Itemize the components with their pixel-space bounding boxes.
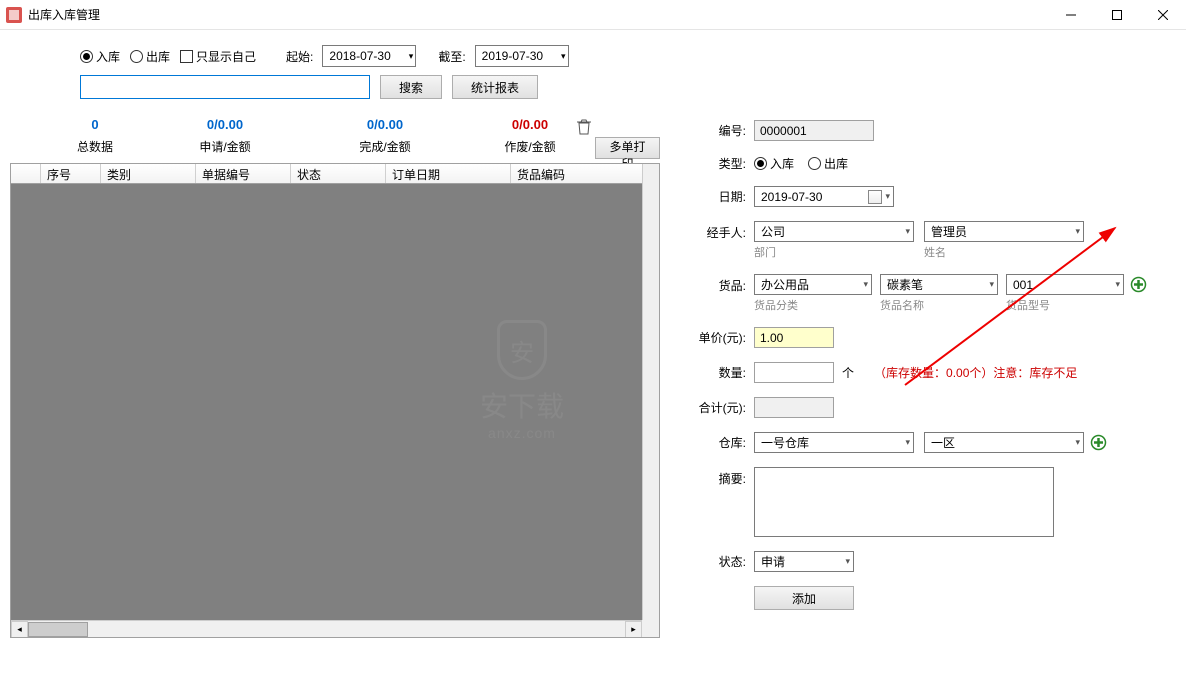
type-radio-in[interactable]: 入库	[754, 155, 794, 172]
search-input[interactable]	[80, 75, 370, 99]
start-date-label: 起始:	[286, 48, 313, 65]
chevron-down-icon: ▾	[1115, 279, 1120, 290]
handler-name-sublabel: 姓名	[924, 244, 1084, 260]
type-label: 类型:	[690, 155, 754, 172]
chevron-down-icon: ▾	[409, 51, 414, 62]
chevron-down-icon: ▾	[863, 279, 868, 290]
chevron-down-icon: ▾	[989, 279, 994, 290]
handler-label: 经手人:	[690, 221, 754, 241]
end-date-label: 截至:	[438, 48, 465, 65]
goods-name-sublabel: 货品名称	[880, 297, 998, 313]
scrollbar-thumb[interactable]	[28, 622, 88, 637]
handler-name-select[interactable]: 管理员▾	[924, 221, 1084, 242]
chevron-down-icon: ▾	[1075, 226, 1080, 237]
price-field[interactable]	[754, 327, 834, 348]
start-date-picker[interactable]: 2018-07-30▾	[322, 45, 416, 67]
goods-category-sublabel: 货品分类	[754, 297, 872, 313]
stat-apply-label: 申请/金额	[140, 138, 310, 155]
table-row-header	[11, 164, 41, 183]
stat-void-label: 作废/金额	[460, 138, 600, 155]
add-warehouse-icon[interactable]	[1090, 434, 1107, 451]
warehouse-select[interactable]: 一号仓库▾	[754, 432, 914, 453]
status-select[interactable]: 申请▾	[754, 551, 854, 572]
type-radio-out[interactable]: 出库	[808, 155, 848, 172]
stat-total-value: 0	[50, 117, 140, 132]
stat-total-label: 总数据	[50, 138, 140, 155]
chevron-down-icon: ▾	[561, 51, 566, 62]
stat-done-label: 完成/金额	[310, 138, 460, 155]
qty-label: 数量:	[690, 364, 754, 381]
stock-warning: （库存数量：0.00个）注意：库存不足	[874, 364, 1077, 381]
minimize-button[interactable]	[1048, 0, 1094, 30]
handler-org-select[interactable]: 公司▾	[754, 221, 914, 242]
chevron-down-icon: ▾	[905, 226, 910, 237]
table-col-order-date[interactable]: 订单日期	[386, 164, 511, 183]
table-col-status[interactable]: 状态	[291, 164, 386, 183]
goods-category-select[interactable]: 办公用品▾	[754, 274, 872, 295]
total-field	[754, 397, 834, 418]
qty-field[interactable]	[754, 362, 834, 383]
goods-model-sublabel: 货品型号	[1006, 297, 1124, 313]
table-col-seq[interactable]: 序号	[41, 164, 101, 183]
chevron-down-icon: ▾	[885, 191, 890, 202]
scroll-left-icon[interactable]: ◂	[11, 621, 28, 638]
add-button[interactable]: 添加	[754, 586, 854, 610]
end-date-picker[interactable]: 2019-07-30▾	[475, 45, 569, 67]
calendar-icon	[868, 190, 882, 204]
trash-icon[interactable]	[577, 119, 591, 138]
date-field[interactable]: 2019-07-30 ▾	[754, 186, 894, 207]
data-table: 序号 类别 单据编号 状态 订单日期 货品编码 ◂ ▸	[10, 163, 660, 638]
table-col-category[interactable]: 类别	[101, 164, 196, 183]
maximize-button[interactable]	[1094, 0, 1140, 30]
price-label: 单价(元):	[690, 329, 754, 346]
radio-inbound[interactable]: 入库	[80, 48, 120, 65]
handler-org-sublabel: 部门	[754, 244, 914, 260]
total-label: 合计(元):	[690, 399, 754, 416]
window-title: 出库入库管理	[28, 6, 100, 23]
summary-label: 摘要:	[690, 467, 754, 487]
qty-unit: 个	[842, 364, 854, 381]
status-label: 状态:	[690, 553, 754, 570]
table-col-doc-no[interactable]: 单据编号	[196, 164, 291, 183]
radio-outbound[interactable]: 出库	[130, 48, 170, 65]
summary-textarea[interactable]	[754, 467, 1054, 537]
add-goods-icon[interactable]	[1130, 276, 1147, 293]
report-button[interactable]: 统计报表	[452, 75, 538, 99]
checkbox-only-self[interactable]: 只显示自己	[180, 48, 256, 65]
code-field	[754, 120, 874, 141]
table-col-goods-code[interactable]: 货品编码	[511, 164, 659, 183]
stat-apply-value: 0/0.00	[140, 117, 310, 132]
multi-print-button[interactable]: 多单打印	[595, 137, 660, 159]
code-label: 编号:	[690, 122, 754, 139]
horizontal-scrollbar[interactable]: ◂ ▸	[11, 620, 642, 637]
goods-name-select[interactable]: 碳素笔▾	[880, 274, 998, 295]
warehouse-label: 仓库:	[690, 434, 754, 451]
app-icon	[6, 7, 22, 23]
search-button[interactable]: 搜索	[380, 75, 442, 99]
stat-done-value: 0/0.00	[310, 117, 460, 132]
date-label: 日期:	[690, 188, 754, 205]
chevron-down-icon: ▾	[905, 437, 910, 448]
goods-label: 货品:	[690, 274, 754, 294]
warehouse-zone-select[interactable]: 一区▾	[924, 432, 1084, 453]
chevron-down-icon: ▾	[1075, 437, 1080, 448]
chevron-down-icon: ▾	[845, 556, 850, 567]
goods-model-select[interactable]: 001▾	[1006, 274, 1124, 295]
vertical-scrollbar[interactable]	[642, 164, 659, 620]
scroll-right-icon[interactable]: ▸	[625, 621, 642, 638]
close-button[interactable]	[1140, 0, 1186, 30]
